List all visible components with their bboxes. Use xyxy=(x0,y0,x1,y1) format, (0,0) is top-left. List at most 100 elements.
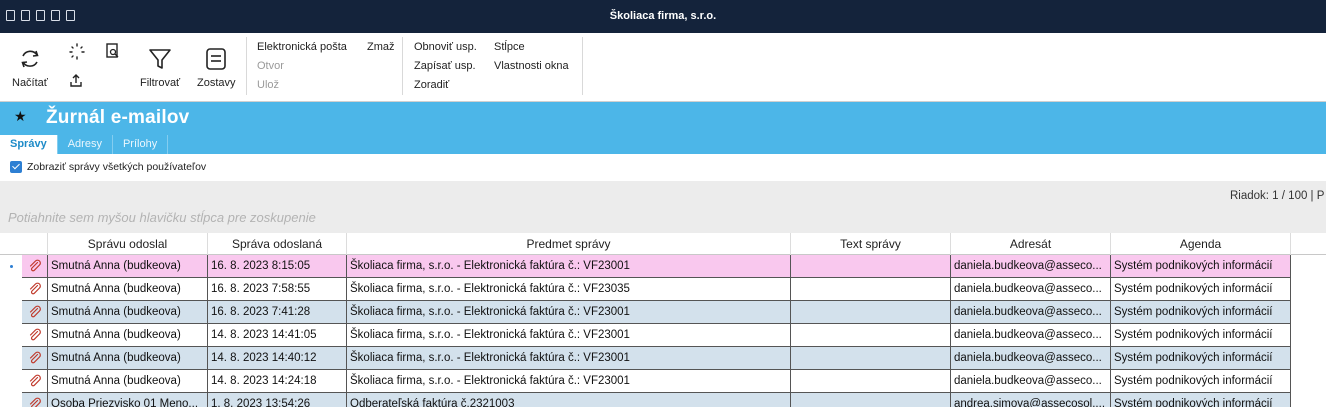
attachment-icon xyxy=(22,370,48,393)
star-icon[interactable]: ★ xyxy=(14,108,27,125)
open-button[interactable]: Otvor xyxy=(257,60,284,72)
cell-text xyxy=(791,370,951,393)
preview-button[interactable] xyxy=(103,41,123,61)
cell-recipient: daniela.budkeova@asseco... xyxy=(951,324,1111,347)
cell-recipient: daniela.budkeova@asseco... xyxy=(951,347,1111,370)
page-title: Žurnál e-mailov xyxy=(46,107,190,128)
cell-sender: Osoba Priezvisko 01 Meno... xyxy=(48,393,208,407)
table-row[interactable]: Smutná Anna (budkeova) 14. 8. 2023 14:40:… xyxy=(0,347,1326,370)
refresh-icon xyxy=(16,45,44,73)
ribbon: Načítať Filtrovať Zostavy Elektronická p… xyxy=(0,33,1326,102)
export-button[interactable] xyxy=(68,73,84,89)
preview-icon xyxy=(103,41,123,61)
loading-icon xyxy=(66,41,88,63)
group-by-drop-area[interactable]: Potiahnite sem myšou hlavičku stĺpca pre… xyxy=(8,210,316,225)
attachment-icon xyxy=(22,324,48,347)
cell-text xyxy=(791,347,951,370)
reports-button[interactable]: Zostavy xyxy=(197,45,236,89)
row-indicator xyxy=(0,370,22,393)
row-indicator xyxy=(0,347,22,370)
cell-agenda: Systém podnikových informácií xyxy=(1111,370,1291,393)
cell-text xyxy=(791,301,951,324)
row-indicator xyxy=(0,255,22,278)
attachment-icon xyxy=(22,393,48,407)
attachment-icon xyxy=(22,301,48,324)
cell-sent: 16. 8. 2023 8:15:05 xyxy=(208,255,347,278)
column-header-sent[interactable]: Správa odoslaná xyxy=(208,233,347,255)
table-row[interactable]: Smutná Anna (budkeova) 16. 8. 2023 7:58:5… xyxy=(0,278,1326,301)
cell-agenda: Systém podnikových informácií xyxy=(1111,301,1291,324)
attachment-icon xyxy=(22,347,48,370)
cell-text xyxy=(791,393,951,407)
cell-subject: Školiaca firma, s.r.o. - Elektronická fa… xyxy=(347,324,791,347)
load-button[interactable]: Načítať xyxy=(12,45,48,89)
title-bar: Školiaca firma, s.r.o. xyxy=(0,0,1326,33)
table-row[interactable]: Smutná Anna (budkeova) 16. 8. 2023 8:15:0… xyxy=(0,255,1326,278)
table-row[interactable]: Smutná Anna (budkeova) 14. 8. 2023 14:41:… xyxy=(0,324,1326,347)
columns-button[interactable]: Stĺpce xyxy=(494,41,525,53)
cell-agenda: Systém podnikových informácií xyxy=(1111,393,1291,407)
tab-messages[interactable]: Správy xyxy=(0,135,58,154)
cell-text xyxy=(791,324,951,347)
show-all-users-label: Zobraziť správy všetkých používateľov xyxy=(27,161,207,173)
cell-recipient: daniela.budkeova@asseco... xyxy=(951,301,1111,324)
table-row[interactable]: Smutná Anna (budkeova) 14. 8. 2023 14:24:… xyxy=(0,370,1326,393)
cell-subject: Školiaca firma, s.r.o. - Elektronická fa… xyxy=(347,347,791,370)
email-button[interactable]: Elektronická pošta xyxy=(257,41,347,53)
grid-header: Správu odoslal Správa odoslaná Predmet s… xyxy=(0,233,1326,255)
cell-sent: 1. 8. 2023 13:54:26 xyxy=(208,393,347,407)
cell-sent: 14. 8. 2023 14:41:05 xyxy=(208,324,347,347)
filter-button[interactable]: Filtrovať xyxy=(140,45,180,89)
delete-button[interactable]: Zmaž xyxy=(367,41,395,53)
sort-button[interactable]: Zoradiť xyxy=(414,79,449,91)
loading-button[interactable] xyxy=(66,41,88,63)
save-button[interactable]: Ulož xyxy=(257,79,279,91)
cell-agenda: Systém podnikových informácií xyxy=(1111,255,1291,278)
page-header: ★ Žurnál e-mailov Správy Adresy Prílohy xyxy=(0,102,1326,154)
reports-icon xyxy=(202,45,230,73)
cell-agenda: Systém podnikových informácií xyxy=(1111,324,1291,347)
cell-sent: 14. 8. 2023 14:40:12 xyxy=(208,347,347,370)
filter-icon xyxy=(146,45,174,73)
cell-subject: Školiaca firma, s.r.o. - Elektronická fa… xyxy=(347,278,791,301)
cell-recipient: daniela.budkeova@asseco... xyxy=(951,278,1111,301)
cell-recipient: daniela.budkeova@asseco... xyxy=(951,370,1111,393)
column-header-recipient[interactable]: Adresát xyxy=(951,233,1111,255)
cell-sender: Smutná Anna (budkeova) xyxy=(48,301,208,324)
cell-subject: Školiaca firma, s.r.o. - Elektronická fa… xyxy=(347,255,791,278)
row-indicator xyxy=(0,278,22,301)
cell-sender: Smutná Anna (budkeova) xyxy=(48,370,208,393)
window-title: Školiaca firma, s.r.o. xyxy=(609,10,717,22)
column-header-sender[interactable]: Správu odoslal xyxy=(48,233,208,255)
column-header-agenda[interactable]: Agenda xyxy=(1111,233,1291,255)
cell-subject: Odberateľská faktúra č.2321003 xyxy=(347,393,791,407)
cell-subject: Školiaca firma, s.r.o. - Elektronická fa… xyxy=(347,370,791,393)
window-properties-button[interactable]: Vlastnosti okna xyxy=(494,60,569,72)
restore-layout-button[interactable]: Obnoviť usp. xyxy=(414,41,477,53)
ribbon-separator xyxy=(246,37,247,95)
attachment-icon xyxy=(22,255,48,278)
ribbon-separator xyxy=(402,37,403,95)
cell-sent: 16. 8. 2023 7:41:28 xyxy=(208,301,347,324)
ribbon-separator xyxy=(582,37,583,95)
column-header-subject[interactable]: Predmet správy xyxy=(347,233,791,255)
tab-addresses[interactable]: Adresy xyxy=(58,135,113,154)
cell-sender: Smutná Anna (budkeova) xyxy=(48,278,208,301)
cell-sent: 16. 8. 2023 7:58:55 xyxy=(208,278,347,301)
show-all-users-checkbox[interactable] xyxy=(10,161,22,173)
grid-toolbar xyxy=(0,181,1326,233)
cell-text xyxy=(791,278,951,301)
attachment-column-header[interactable] xyxy=(22,233,48,255)
cell-sender: Smutná Anna (budkeova) xyxy=(48,347,208,370)
column-header-text[interactable]: Text správy xyxy=(791,233,951,255)
cell-recipient: andrea.simova@assecosol.... xyxy=(951,393,1111,407)
attachment-icon xyxy=(22,278,48,301)
tab-attachments[interactable]: Prílohy xyxy=(113,135,169,154)
table-row[interactable]: Osoba Priezvisko 01 Meno... 1. 8. 2023 13… xyxy=(0,393,1326,407)
table-row[interactable]: Smutná Anna (budkeova) 16. 8. 2023 7:41:2… xyxy=(0,301,1326,324)
cell-sender: Smutná Anna (budkeova) xyxy=(48,324,208,347)
row-counter: Riadok: 1 / 100 | P xyxy=(1230,190,1325,202)
write-layout-button[interactable]: Zapísať usp. xyxy=(414,60,476,72)
current-row-indicator xyxy=(10,265,13,268)
row-indicator xyxy=(0,301,22,324)
